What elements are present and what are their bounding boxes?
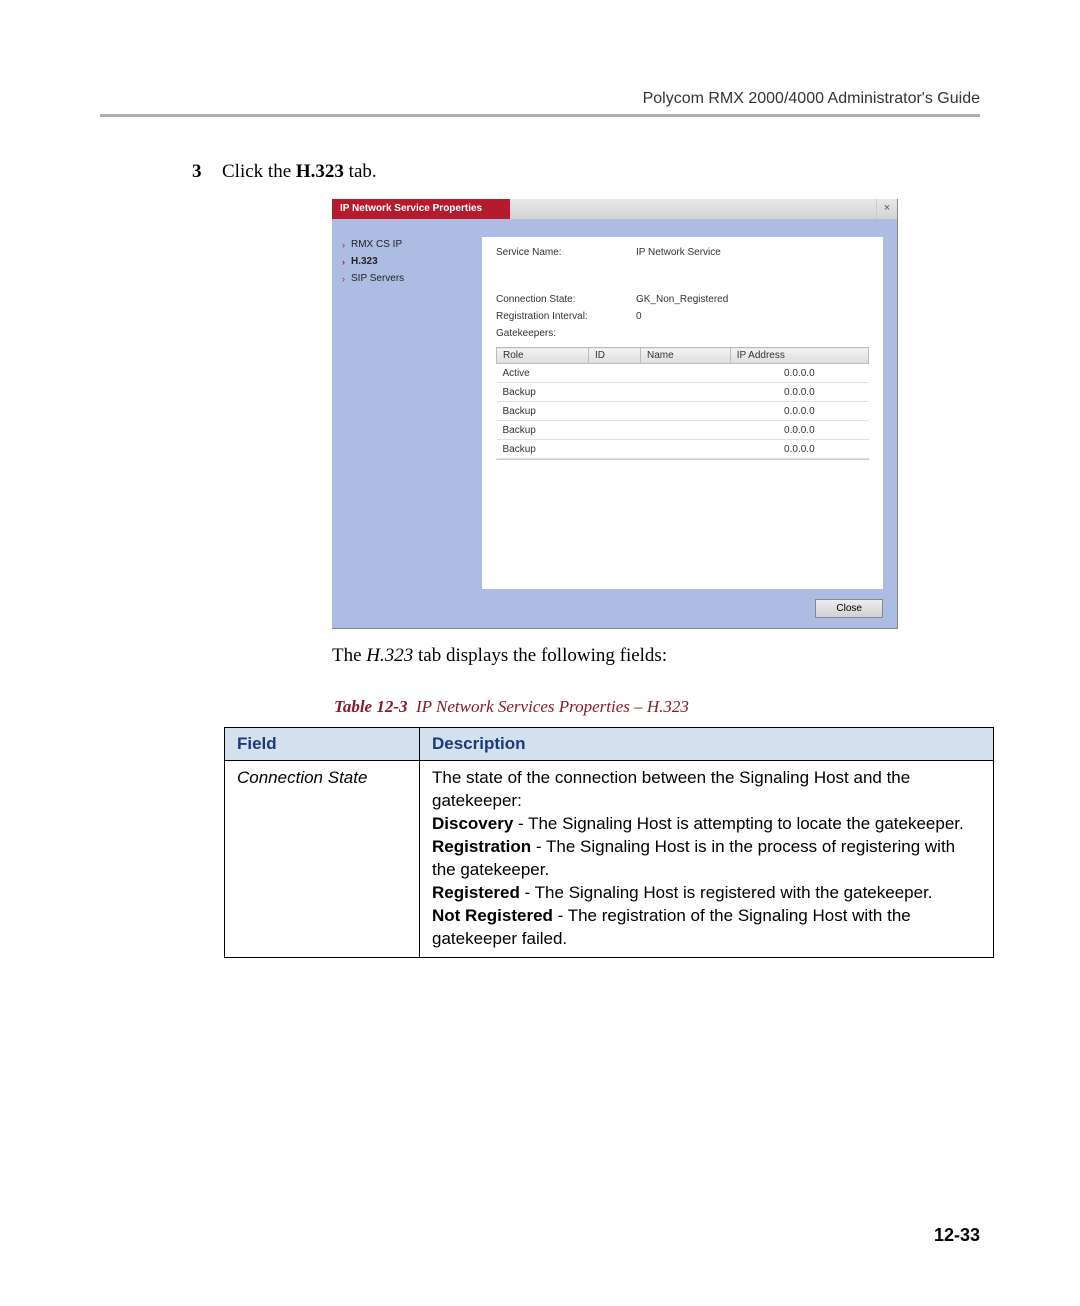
step-prefix: Click the <box>222 161 296 182</box>
connection-state-value: GK_Non_Registered <box>636 294 728 305</box>
dialog-sidebar: › RMX CS IP › H.323 › SIP Servers <box>332 219 482 599</box>
registration-interval-value: 0 <box>636 311 642 322</box>
desc-registration-b: Registration <box>432 837 531 856</box>
gk-cell-name <box>640 383 730 402</box>
gk-cell-role: Backup <box>497 421 589 440</box>
gk-col-id[interactable]: ID <box>589 348 641 364</box>
post-prefix: The <box>332 645 366 666</box>
titlebar-spacer <box>510 199 876 219</box>
header-title: Polycom RMX 2000/4000 Administrator's Gu… <box>100 90 980 108</box>
dialog-title: IP Network Service Properties <box>332 199 510 219</box>
gk-col-role[interactable]: Role <box>497 348 589 364</box>
gk-col-ip[interactable]: IP Address <box>730 348 868 364</box>
desc-discovery-t: - The Signaling Host is attempting to lo… <box>513 814 963 833</box>
page-number: 12-33 <box>934 1225 980 1246</box>
sidebar-label: RMX CS IP <box>351 239 402 250</box>
gk-cell-id <box>589 383 641 402</box>
table-row[interactable]: Backup 0.0.0.0 <box>497 402 869 421</box>
desc-registered-b: Registered <box>432 883 520 902</box>
cell-field: Connection State <box>225 761 420 958</box>
gk-cell-name <box>640 421 730 440</box>
cell-description: The state of the connection between the … <box>420 761 994 958</box>
table-row[interactable]: Backup 0.0.0.0 <box>497 383 869 402</box>
col-description: Description <box>420 728 994 761</box>
service-name-label: Service Name: <box>496 247 636 258</box>
gk-cell-id <box>589 440 641 459</box>
step-number: 3 <box>192 161 208 183</box>
gk-cell-ip: 0.0.0.0 <box>730 383 868 402</box>
step-bold: H.323 <box>296 161 344 182</box>
gk-cell-id <box>589 421 641 440</box>
step-suffix: tab. <box>344 161 377 182</box>
gk-cell-ip: 0.0.0.0 <box>730 364 868 383</box>
gk-cell-ip: 0.0.0.0 <box>730 421 868 440</box>
sidebar-item-h323[interactable]: › H.323 <box>338 254 476 269</box>
gk-cell-id <box>589 402 641 421</box>
table-row: Connection State The state of the connec… <box>225 761 994 958</box>
dialog-screenshot: IP Network Service Properties × › RMX CS… <box>332 199 898 629</box>
desc-discovery-b: Discovery <box>432 814 513 833</box>
gk-cell-name <box>640 364 730 383</box>
service-name-value: IP Network Service <box>636 247 721 258</box>
post-suffix: tab displays the following fields: <box>413 645 667 666</box>
chevron-right-icon: › <box>342 240 345 250</box>
post-screenshot-text: The H.323 tab displays the following fie… <box>332 645 980 667</box>
sidebar-item-rmx-cs-ip[interactable]: › RMX CS IP <box>338 237 476 252</box>
gk-cell-role: Backup <box>497 402 589 421</box>
header-rule <box>100 114 980 117</box>
table-row[interactable]: Active 0.0.0.0 <box>497 364 869 383</box>
step-text: Click the H.323 tab. <box>222 161 377 183</box>
registration-interval-label: Registration Interval: <box>496 311 636 322</box>
dialog-titlebar: IP Network Service Properties × <box>332 199 897 219</box>
gk-scroll-area <box>496 459 869 538</box>
caption-label: Table 12-3 <box>334 697 408 716</box>
sidebar-label: SIP Servers <box>351 273 404 284</box>
close-icon[interactable]: × <box>876 199 897 219</box>
gk-cell-ip: 0.0.0.0 <box>730 440 868 459</box>
desc-notreg-b: Not Registered <box>432 906 553 925</box>
sidebar-label: H.323 <box>351 256 378 267</box>
gatekeepers-label: Gatekeepers: <box>496 328 636 339</box>
chevron-right-icon: › <box>342 274 345 284</box>
gk-cell-role: Backup <box>497 440 589 459</box>
gk-cell-role: Active <box>497 364 589 383</box>
gk-cell-role: Backup <box>497 383 589 402</box>
post-italic: H.323 <box>366 645 413 666</box>
caption-title: IP Network Services Properties – H.323 <box>416 697 689 716</box>
gatekeepers-table: Role ID Name IP Address Active0.0.0.0Bac… <box>496 347 869 459</box>
desc-line1: The state of the connection between the … <box>432 768 910 810</box>
connection-state-label: Connection State: <box>496 294 636 305</box>
table-row[interactable]: Backup 0.0.0.0 <box>497 440 869 459</box>
chevron-right-icon: › <box>342 257 345 267</box>
table-row[interactable]: Backup 0.0.0.0 <box>497 421 869 440</box>
table-caption: Table 12-3 IP Network Services Propertie… <box>334 697 980 717</box>
sidebar-item-sip-servers[interactable]: › SIP Servers <box>338 271 476 286</box>
col-field: Field <box>225 728 420 761</box>
desc-registered-t: - The Signaling Host is registered with … <box>520 883 933 902</box>
gk-cell-ip: 0.0.0.0 <box>730 402 868 421</box>
close-button[interactable]: Close <box>815 599 883 618</box>
gk-cell-name <box>640 440 730 459</box>
step-row: 3 Click the H.323 tab. <box>192 161 980 183</box>
properties-table: Field Description Connection State The s… <box>224 727 994 958</box>
dialog-content-pane: Service Name: IP Network Service Connect… <box>482 237 883 589</box>
gk-col-name[interactable]: Name <box>640 348 730 364</box>
gk-cell-id <box>589 364 641 383</box>
gk-cell-name <box>640 402 730 421</box>
